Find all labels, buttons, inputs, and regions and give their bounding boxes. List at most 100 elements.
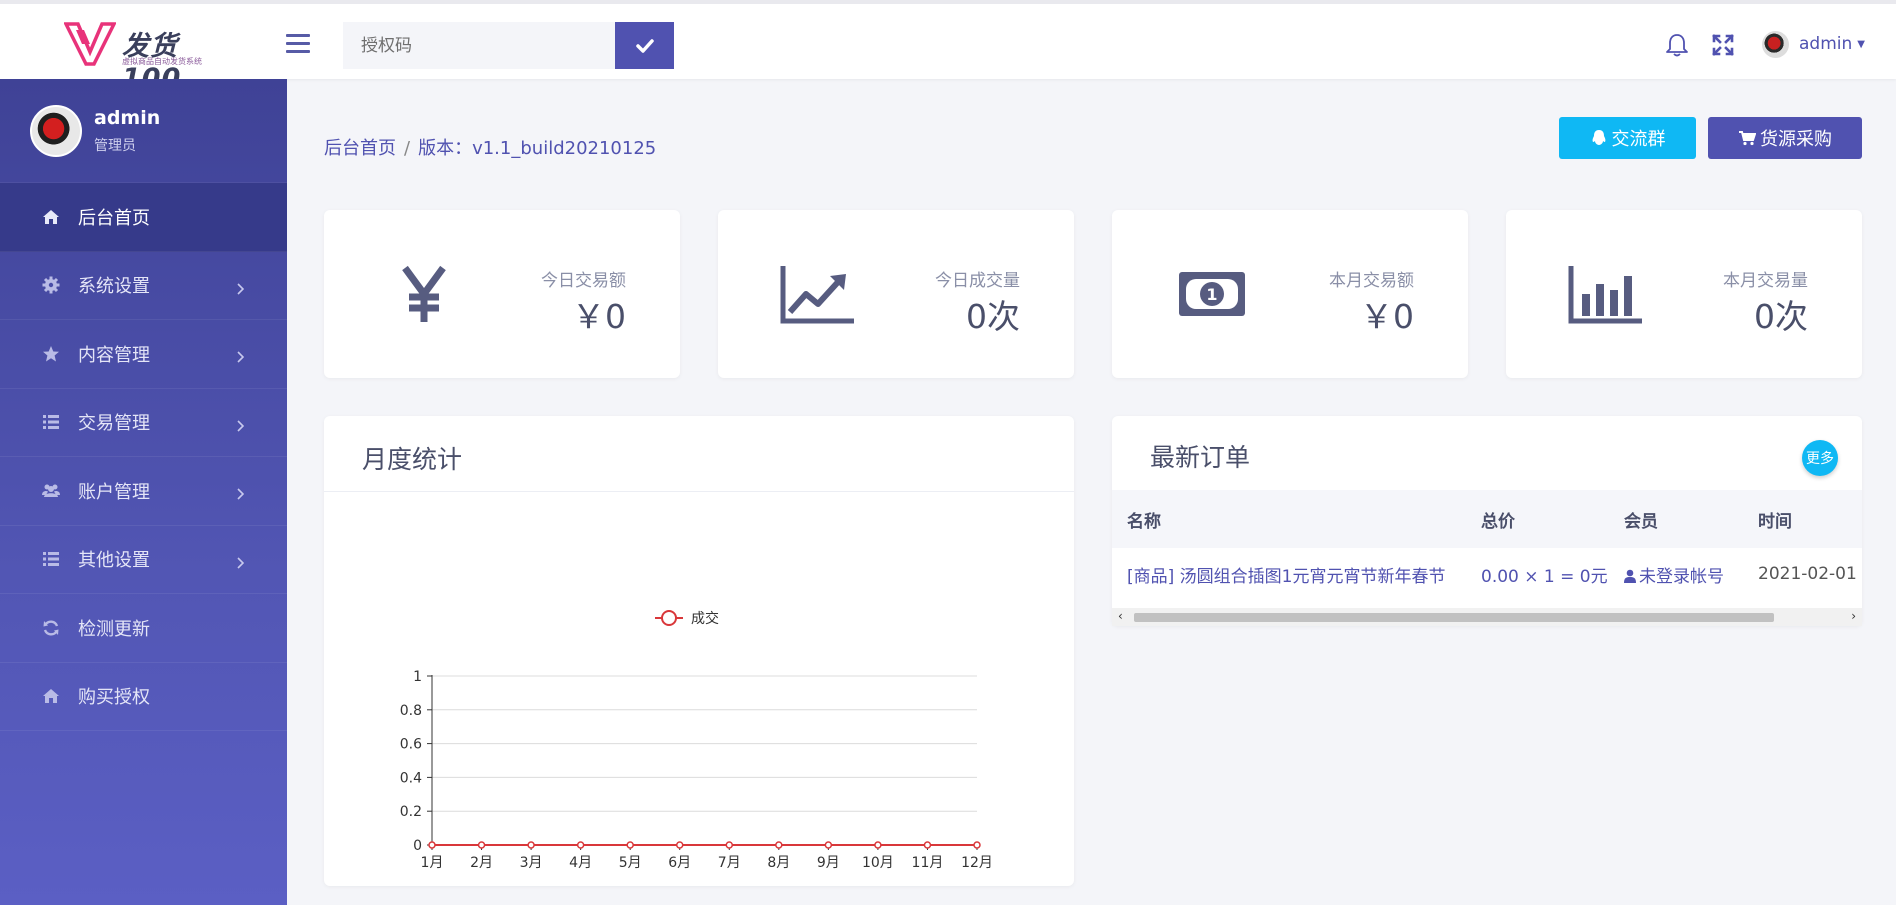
sidebar-item-label: 检测更新 xyxy=(78,618,150,640)
data-point xyxy=(428,841,436,849)
sidebar: admin 管理员 后台首页 系统设置 内容管理 交易管理 账户管理 其他设置 检测更新 购买… xyxy=(0,79,287,905)
order-name[interactable]: [商品] 汤圆组合插图1元宵元宵节新年春节 xyxy=(1112,548,1466,600)
order-time: 2021-02-01 xyxy=(1758,564,1857,584)
more-orders-button[interactable]: 更多 xyxy=(1802,440,1838,476)
chevron-right-icon xyxy=(236,280,245,299)
avatar xyxy=(1762,30,1789,58)
stat-card-month-count: 本月交易量 0次 xyxy=(1506,210,1862,378)
license-code-input[interactable] xyxy=(343,22,615,69)
scroll-right-icon[interactable]: › xyxy=(1851,609,1856,623)
scroll-left-icon[interactable]: ‹ xyxy=(1118,609,1123,623)
sidebar-item-label: 内容管理 xyxy=(78,344,150,366)
stat-label: 本月交易额 xyxy=(1329,271,1414,291)
data-point xyxy=(824,841,833,849)
sidebar-item-1[interactable]: 系统设置 xyxy=(0,252,287,320)
x-tick-label: 4月 xyxy=(569,855,592,871)
sidebar-item-5[interactable]: 其他设置 xyxy=(0,526,287,594)
x-tick-label: 1月 xyxy=(421,855,444,871)
data-point xyxy=(775,841,783,849)
order-member[interactable]: 未登录帐号 xyxy=(1609,548,1743,600)
latest-orders-panel: 最新订单 更多 名称 总价 会员 时间 [商品] 汤圆组合插图1元宵元宵节新年春… xyxy=(1112,416,1862,626)
y-tick-label: 1 xyxy=(413,669,422,685)
sidebar-item-label: 交易管理 xyxy=(78,413,150,435)
stat-value: 0次 xyxy=(1754,297,1808,336)
sidebar-item-4[interactable]: 账户管理 xyxy=(0,457,287,526)
legend-marker xyxy=(661,610,677,626)
x-tick-label: 12月 xyxy=(961,855,993,871)
legend-label: 成交 xyxy=(691,610,719,627)
home-icon xyxy=(42,208,60,226)
order-total: 0.00 × 1 = 0元 xyxy=(1481,566,1608,587)
purchase-supply-label: 货源采购 xyxy=(1760,129,1832,150)
cart-icon xyxy=(1739,131,1756,146)
sidebar-item-2[interactable]: 内容管理 xyxy=(0,320,287,389)
stat-value: 0次 xyxy=(966,297,1020,336)
sidebar-item-3[interactable]: 交易管理 xyxy=(0,389,287,457)
qq-icon xyxy=(1592,130,1605,145)
x-tick-label: 5月 xyxy=(619,855,642,871)
y-tick-label: 0 xyxy=(413,838,422,854)
bell-icon[interactable] xyxy=(1664,32,1690,58)
chevron-right-icon xyxy=(236,554,245,573)
x-tick-label: 6月 xyxy=(668,855,691,871)
logo[interactable]: 发货100 虚拟商品自动发货系统 xyxy=(64,22,234,94)
purchase-supply-button[interactable]: 货源采购 xyxy=(1708,117,1862,159)
breadcrumb-home[interactable]: 后台首页 xyxy=(324,138,396,159)
chat-group-button[interactable]: 交流群 xyxy=(1559,117,1696,159)
x-tick-label: 9月 xyxy=(817,855,840,871)
column-header-time: 时间 xyxy=(1743,490,1862,548)
y-tick-label: 0.2 xyxy=(400,804,422,820)
user-icon xyxy=(1624,569,1636,583)
y-tick-label: 0.6 xyxy=(400,737,422,753)
x-tick-label: 3月 xyxy=(520,855,543,871)
list-icon xyxy=(42,550,60,568)
star-icon xyxy=(42,345,60,363)
home-icon xyxy=(42,687,60,705)
version-label: 版本：v1.1_build20210125 xyxy=(418,138,657,159)
sidebar-item-7[interactable]: 购买授权 xyxy=(0,663,287,731)
data-point xyxy=(923,841,932,849)
menu-toggle-icon[interactable] xyxy=(286,34,310,56)
sidebar-item-label: 购买授权 xyxy=(78,687,150,709)
refresh-icon xyxy=(42,619,60,637)
stat-card-today-count: 今日成交量 0次 xyxy=(718,210,1074,378)
sidebar-item-0[interactable]: 后台首页 xyxy=(0,183,287,252)
stat-value: ￥0 xyxy=(1360,297,1414,336)
monthly-stats-title: 月度统计 xyxy=(362,445,463,474)
column-header-member: 会员 xyxy=(1609,490,1743,548)
sidebar-item-label: 系统设置 xyxy=(78,276,150,298)
order-member-label: 未登录帐号 xyxy=(1639,566,1724,587)
sidebar-item-6[interactable]: 检测更新 xyxy=(0,594,287,663)
bar-chart-icon xyxy=(1566,258,1646,330)
fullscreen-icon[interactable] xyxy=(1710,32,1736,58)
svg-text:1: 1 xyxy=(1206,285,1217,304)
chevron-right-icon xyxy=(236,417,245,436)
line-chart-icon xyxy=(778,258,858,330)
data-point xyxy=(874,841,882,849)
sidebar-item-label: 后台首页 xyxy=(78,207,150,229)
stat-label: 今日成交量 xyxy=(935,271,1020,291)
users-icon xyxy=(42,482,60,500)
license-submit-button[interactable] xyxy=(615,22,674,69)
data-point xyxy=(626,841,634,849)
breadcrumb-separator: / xyxy=(404,138,411,159)
data-point xyxy=(576,841,585,849)
yen-icon xyxy=(384,258,464,330)
check-icon xyxy=(635,38,654,53)
horizontal-scrollbar[interactable]: ‹ › xyxy=(1112,608,1862,626)
logo-tagline: 虚拟商品自动发货系统 xyxy=(122,57,202,66)
caret-down-icon: ▼ xyxy=(1857,38,1865,50)
data-point xyxy=(527,841,535,849)
user-menu-name: admin xyxy=(1799,34,1853,54)
breadcrumb: 后台首页 / 版本：v1.1_build20210125 xyxy=(324,134,656,160)
scrollbar-thumb[interactable] xyxy=(1134,613,1774,622)
stat-card-today-amount: 今日交易额 ￥0 xyxy=(324,210,680,378)
gear-icon xyxy=(42,276,60,294)
chevron-right-icon xyxy=(236,348,245,367)
user-menu[interactable]: admin ▼ xyxy=(1762,28,1865,60)
stat-label: 本月交易量 xyxy=(1723,271,1808,291)
money-icon: 1 xyxy=(1172,258,1252,330)
stat-value: ￥0 xyxy=(572,297,626,336)
chat-group-label: 交流群 xyxy=(1611,129,1666,150)
table-row: [商品] 汤圆组合插图1元宵元宵节新年春节 0.00 × 1 = 0元 未登录帐… xyxy=(1112,548,1862,600)
